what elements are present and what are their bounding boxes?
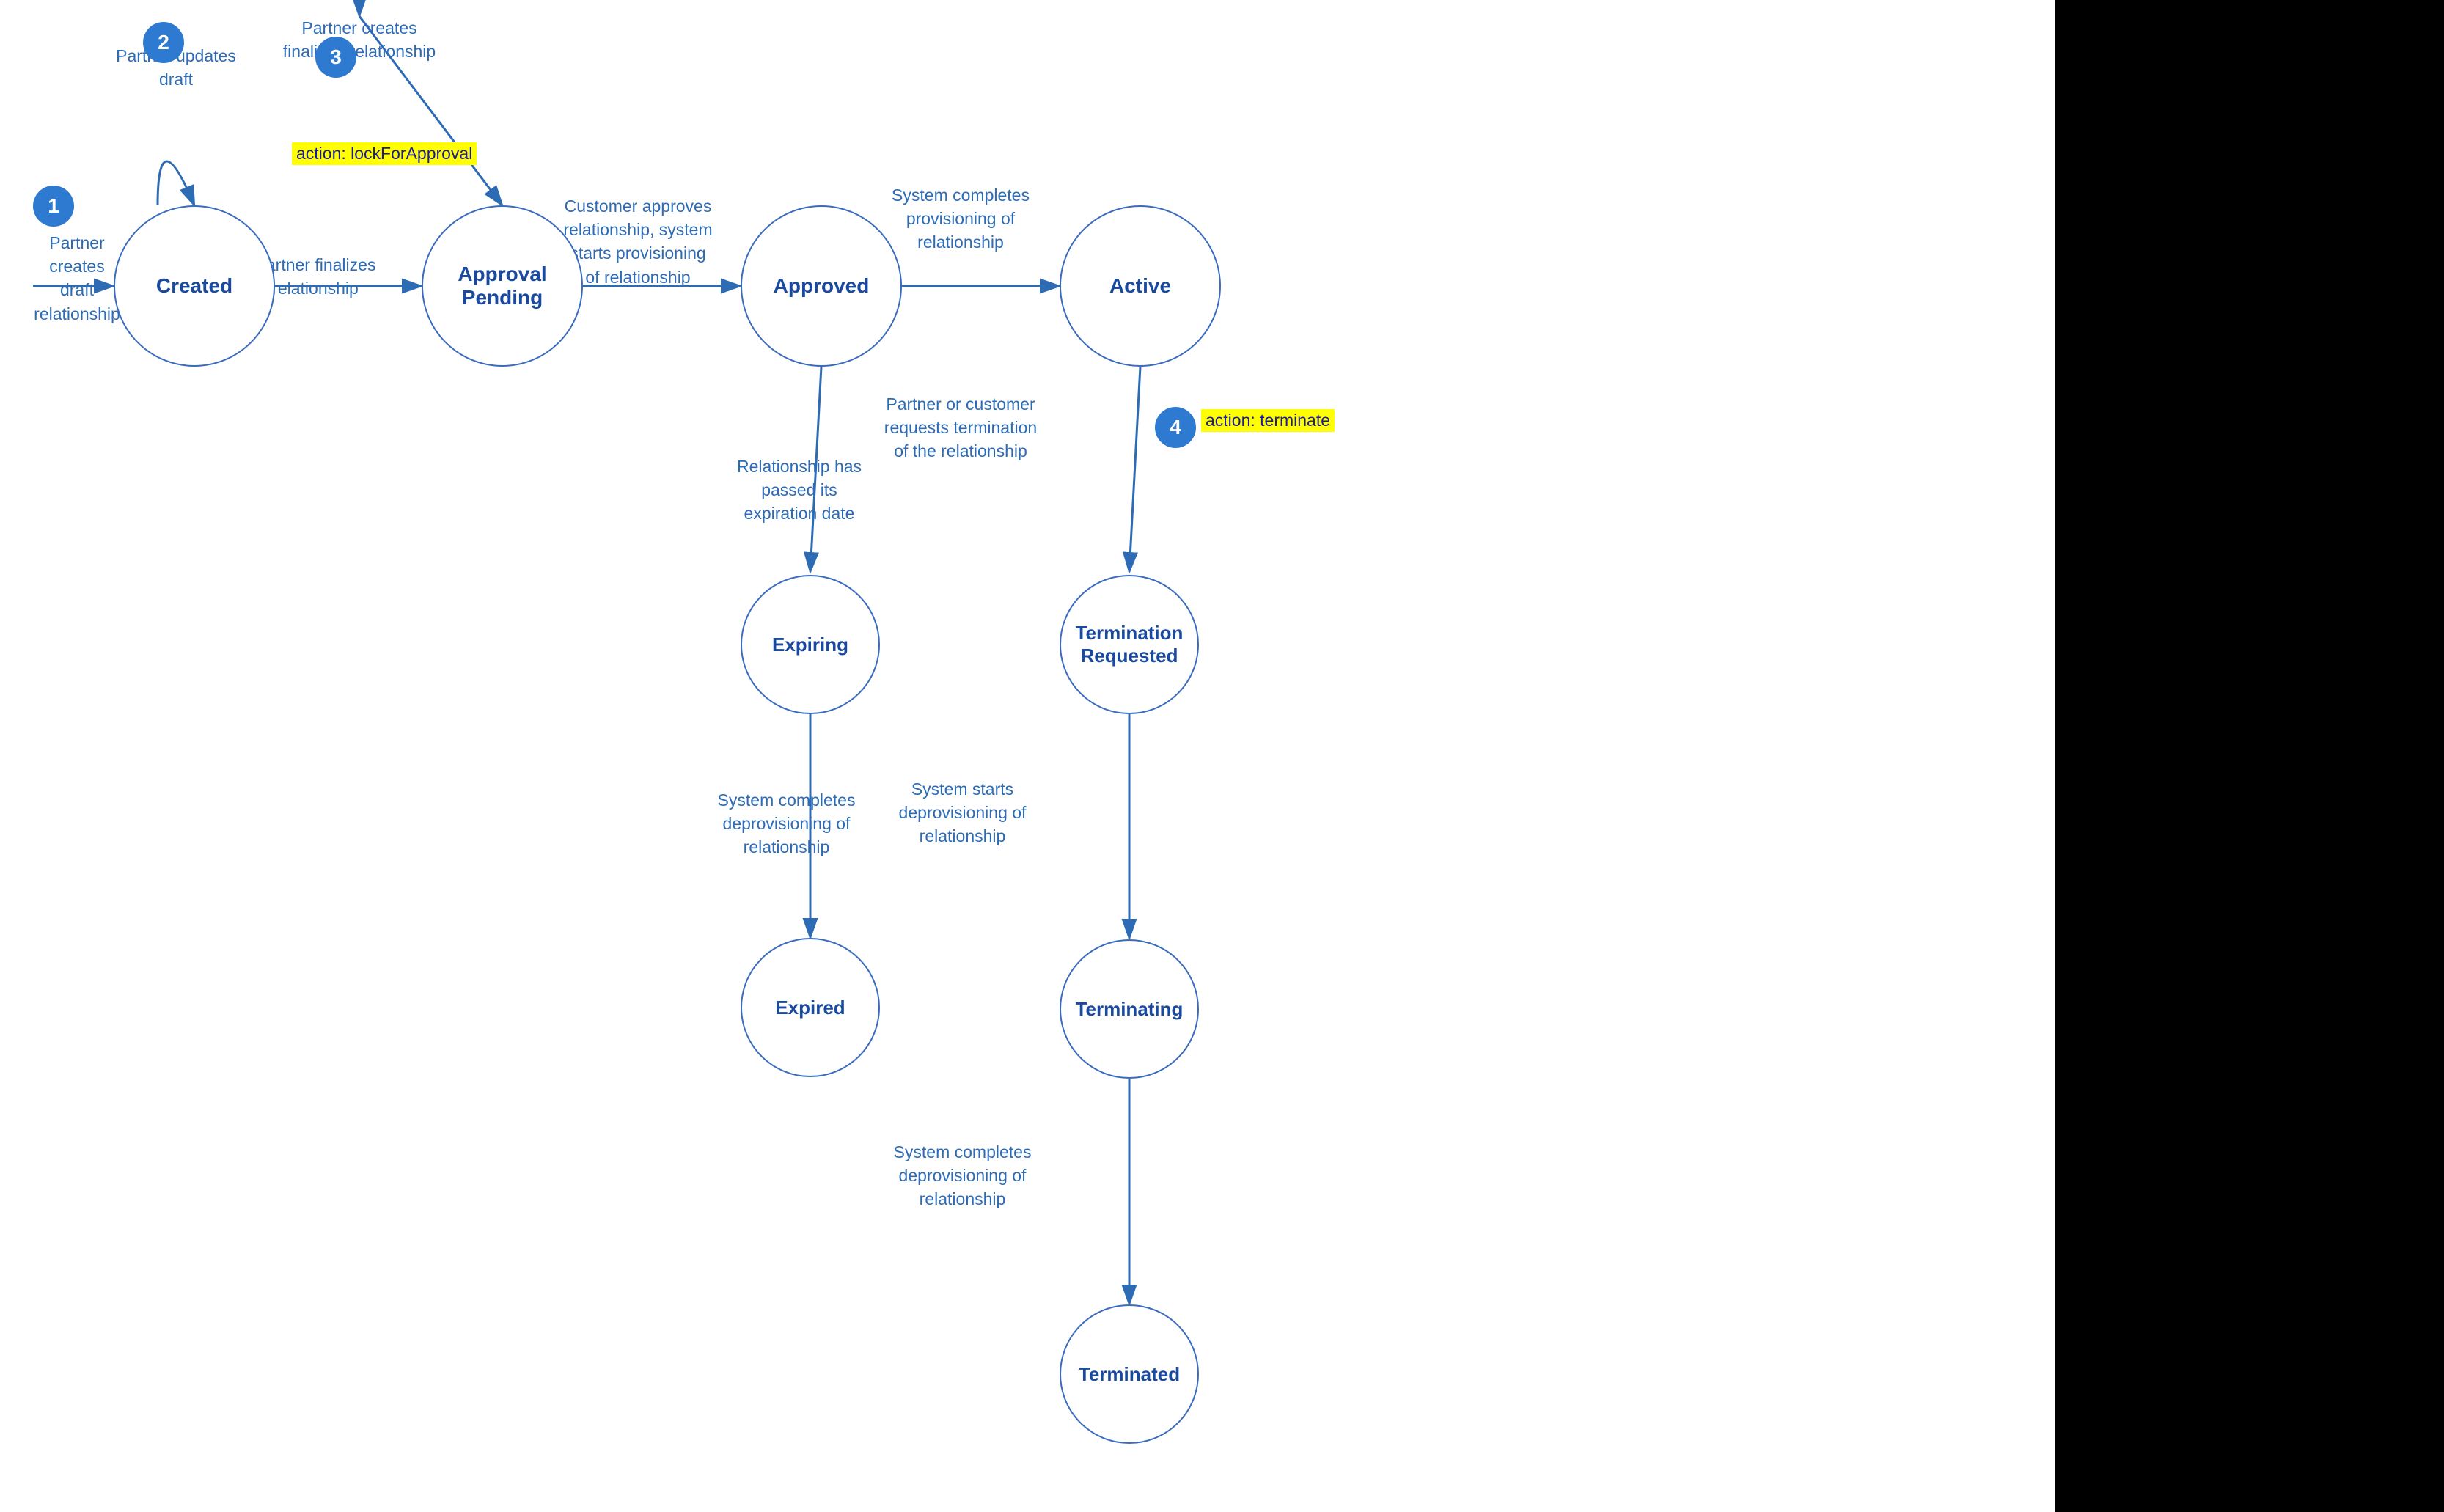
- step-badge-3: 3: [315, 37, 356, 78]
- terminate-request-label: Partner or customerrequests terminationo…: [876, 392, 1045, 463]
- black-panel: [2055, 0, 2444, 1512]
- system-deprovisioning-label: System startsdeprovisioning ofrelationsh…: [880, 777, 1045, 848]
- state-terminating: Terminating: [1060, 939, 1199, 1079]
- step-badge-1: 1: [33, 186, 74, 227]
- state-terminated: Terminated: [1060, 1304, 1199, 1444]
- state-active: Active: [1060, 205, 1221, 367]
- state-expiring: Expiring: [741, 575, 880, 714]
- step-badge-2: 2: [143, 22, 184, 63]
- state-expired: Expired: [741, 938, 880, 1077]
- state-termination-requested: TerminationRequested: [1060, 575, 1199, 714]
- action-lock-label: action: lockForApproval: [292, 142, 477, 165]
- step1-label: Partner createsdraft relationship: [33, 231, 121, 326]
- state-approved: Approved: [741, 205, 902, 367]
- state-created: Created: [114, 205, 275, 367]
- state-approval-pending: ApprovalPending: [422, 205, 583, 367]
- diagram-container: 1 2 3 4 Partner createsdraft relationshi…: [0, 0, 2444, 1512]
- action-terminate-label: action: terminate: [1201, 409, 1335, 432]
- expiration-label: Relationship haspassed itsexpiration dat…: [726, 455, 873, 526]
- provision-label: System completesprovisioning ofrelations…: [880, 183, 1041, 254]
- deprovision-terminating-label: System completesdeprovisioning ofrelatio…: [880, 1140, 1045, 1211]
- step-badge-4: 4: [1155, 407, 1196, 448]
- deprovision-expiring-label: System completesdeprovisioning ofrelatio…: [708, 788, 865, 859]
- step3-label: Partner createsfinalized relationship: [282, 16, 436, 63]
